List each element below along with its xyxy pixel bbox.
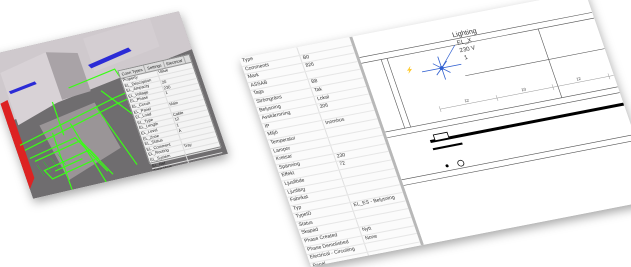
cable-tray-run[interactable] bbox=[429, 102, 625, 144]
svg-text:⚡: ⚡ bbox=[405, 66, 415, 75]
outlet-symbol[interactable] bbox=[457, 159, 465, 167]
dimension-label: 12 bbox=[576, 76, 583, 82]
revit-plan-view-screenshot: Type Comments B0 Mark 826 ASSAB Tags B8 Strömgrä… bbox=[239, 0, 631, 267]
cable-tray-branch[interactable] bbox=[432, 142, 463, 151]
dimension-label: 12 bbox=[464, 97, 471, 103]
fixture-tag-name: Lighting bbox=[451, 28, 477, 39]
fixture-tag-count: 1 bbox=[464, 55, 470, 61]
junction-dot bbox=[445, 164, 449, 168]
wall-lines bbox=[359, 12, 631, 186]
light-fixture-symbol[interactable]: ⚡ bbox=[401, 45, 466, 86]
bim-3d-view-screenshot: Conn Types Settings Electrical Property V… bbox=[0, 11, 228, 199]
fixture-tag-voltage: 230 V bbox=[459, 45, 476, 54]
dimension-label: 10 bbox=[521, 86, 528, 92]
